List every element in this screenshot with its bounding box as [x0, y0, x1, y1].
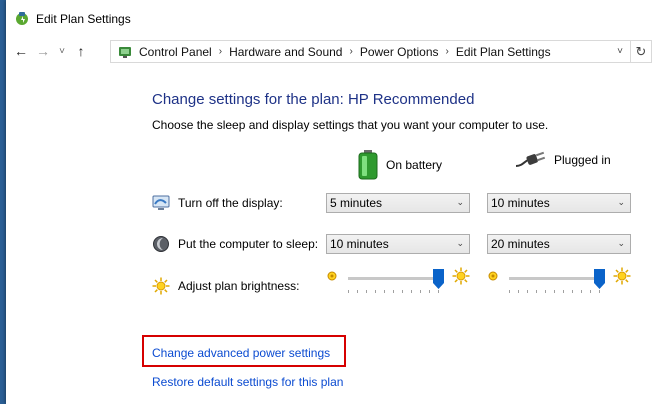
plugged-in-label: Plugged in: [554, 153, 611, 167]
slider-tick: [384, 290, 385, 293]
on-battery-label: On battery: [386, 158, 443, 172]
chevron-down-icon: ⌄: [617, 238, 625, 248]
sleep-timeout-row-label: Put the computer to sleep:: [152, 235, 318, 253]
moon-icon: [153, 236, 169, 252]
sleep-timeout-plugged-in-select[interactable]: 20 minutes ⌄: [487, 234, 631, 254]
slider-tick: [366, 290, 367, 293]
slider-tick: [527, 290, 528, 293]
display-timeout-plugged-in-select[interactable]: 10 minutes ⌄: [487, 193, 631, 213]
column-header-on-battery: On battery: [358, 150, 442, 180]
forward-button[interactable]: →: [32, 43, 54, 59]
address-dropdown-button[interactable]: ˅: [610, 46, 630, 57]
slider-track[interactable]: [509, 277, 599, 280]
slider-tick: [375, 290, 376, 293]
up-button[interactable]: ↑: [70, 43, 92, 59]
slider-tick: [545, 290, 546, 293]
slider-tick: [581, 290, 582, 293]
breadcrumb-power-options[interactable]: Power Options: [360, 45, 439, 59]
breadcrumb-separator[interactable]: ›: [446, 46, 449, 57]
sleep-timeout-plugged-in-value: 20 minutes: [491, 237, 550, 251]
chevron-down-icon: ⌄: [456, 197, 464, 207]
breadcrumb-separator[interactable]: ›: [219, 46, 222, 57]
slider-tick: [411, 290, 412, 293]
display-timeout-on-battery-value: 5 minutes: [330, 196, 383, 210]
column-header-plugged-in: Plugged in: [514, 150, 611, 170]
sleep-timeout-on-battery-select[interactable]: 10 minutes ⌄: [326, 234, 470, 254]
slider-tick: [438, 290, 439, 293]
power-plug-icon: [515, 151, 546, 167]
back-button[interactable]: ←: [10, 43, 32, 59]
slider-tick: [420, 290, 421, 293]
turn-off-display-label: Turn off the display:: [178, 196, 283, 210]
slider-tick: [402, 290, 403, 293]
slider-tick: [518, 290, 519, 293]
edit-plan-settings-window: Edit Plan Settings ← → ˅ ↑ Control Panel…: [6, 0, 658, 404]
slider-tick: [599, 290, 600, 293]
window-title: Edit Plan Settings: [36, 12, 131, 26]
dim-sun-icon: [488, 271, 498, 281]
navigation-bar: ← → ˅ ↑ Control Panel › Hardware and Sou…: [6, 38, 658, 64]
slider-ticks: [509, 290, 600, 294]
address-bar-controls: ˅ ↻: [610, 41, 651, 62]
slider-tick: [429, 290, 430, 293]
title-bar: Edit Plan Settings: [6, 0, 658, 38]
refresh-button[interactable]: ↻: [630, 41, 651, 62]
slider-tick: [348, 290, 349, 293]
slider-thumb[interactable]: [593, 269, 605, 289]
power-plan-icon: [16, 12, 28, 25]
slider-tick: [509, 290, 510, 293]
display-timeout-on-battery-select[interactable]: 5 minutes ⌄: [326, 193, 470, 213]
sleep-timeout-on-battery-value: 10 minutes: [330, 237, 389, 251]
slider-tick: [590, 290, 591, 293]
display-timeout-plugged-in-value: 10 minutes: [491, 196, 550, 210]
put-computer-to-sleep-label: Put the computer to sleep:: [178, 237, 319, 251]
slider-track[interactable]: [348, 277, 438, 280]
slider-tick: [357, 290, 358, 293]
slider-tick: [572, 290, 573, 293]
sun-icon: [152, 277, 170, 295]
highlight-box: [142, 335, 346, 367]
slider-thumb[interactable]: [432, 269, 444, 289]
brightness-plugged-in-slider[interactable]: [487, 267, 631, 297]
chevron-down-icon: ⌄: [456, 238, 464, 248]
bright-sun-icon: [613, 267, 631, 285]
recent-locations-button[interactable]: ˅: [54, 46, 70, 57]
chevron-down-icon: ⌄: [617, 197, 625, 207]
bright-sun-icon: [452, 267, 470, 285]
dim-sun-icon: [327, 271, 337, 281]
restore-default-settings-link[interactable]: Restore default settings for this plan: [152, 375, 343, 389]
breadcrumb-edit-plan-settings[interactable]: Edit Plan Settings: [456, 45, 551, 59]
brightness-row-label: Adjust plan brightness:: [152, 277, 299, 295]
page-description: Choose the sleep and display settings th…: [152, 118, 549, 132]
breadcrumb-separator[interactable]: ›: [349, 46, 352, 57]
battery-icon: [358, 150, 378, 180]
slider-tick: [563, 290, 564, 293]
breadcrumb-hardware-and-sound[interactable]: Hardware and Sound: [229, 45, 342, 59]
breadcrumb-control-panel[interactable]: Control Panel: [139, 45, 212, 59]
control-panel-icon: [119, 46, 131, 58]
slider-tick: [536, 290, 537, 293]
brightness-on-battery-slider[interactable]: [326, 267, 470, 297]
slider-tick: [393, 290, 394, 293]
main-content: Change settings for the plan: HP Recomme…: [6, 64, 658, 404]
slider-tick: [554, 290, 555, 293]
display-timeout-row-label: Turn off the display:: [152, 194, 283, 212]
slider-ticks: [348, 290, 439, 294]
monitor-icon: [152, 195, 170, 210]
address-bar[interactable]: Control Panel › Hardware and Sound › Pow…: [110, 40, 652, 63]
adjust-plan-brightness-label: Adjust plan brightness:: [178, 279, 300, 293]
page-title: Change settings for the plan: HP Recomme…: [152, 91, 475, 108]
